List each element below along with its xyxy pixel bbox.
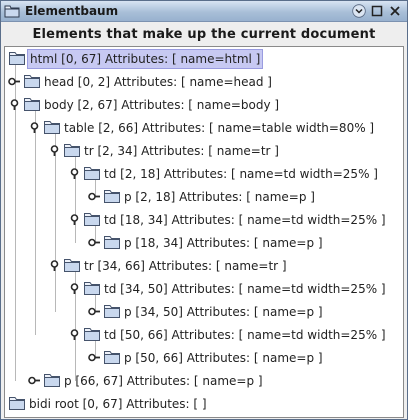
folder-icon [64,259,80,272]
tree-node-label[interactable]: bidi root [0, 67] Attributes: [ ] [27,395,209,413]
folder-icon [24,75,40,88]
collapsed-handle-icon[interactable] [88,306,101,317]
tree-heading: Elements that make up the current docume… [32,27,376,42]
folder-icon [9,397,25,410]
title-bar[interactable]: Elementbaum [1,1,407,22]
tree-node-label[interactable]: tr [2, 34] Attributes: [ name=tr ] [82,142,281,160]
collapsed-handle-icon[interactable] [88,191,101,202]
minimize-icon [352,4,366,18]
collapsed-handle-icon[interactable] [88,237,101,248]
tree-node-label[interactable]: td [2, 18] Attributes: [ name=td width=2… [102,165,380,183]
tree-node-label[interactable]: p [34, 50] Attributes: [ name=p ] [122,303,325,321]
folder-icon [104,190,120,203]
tree-node-label[interactable]: body [2, 67] Attributes: [ name=body ] [42,96,281,114]
tree-node-label[interactable]: table [2, 66] Attributes: [ name=table w… [62,119,376,137]
folder-icon [84,167,100,180]
tree-node-label[interactable]: html [0, 67] Attributes: [ name=html ] [27,49,264,69]
element-tree[interactable]: html [0, 67] Attributes: [ name=html ] he… [4,46,404,418]
tree-node-label[interactable]: head [0, 2] Attributes: [ name=head ] [42,73,274,91]
tree-node-label[interactable]: p [66, 67] Attributes: [ name=p ] [62,372,265,390]
tree-node-label[interactable]: p [2, 18] Attributes: [ name=p ] [122,188,317,206]
tree-node[interactable]: tr [34, 66] Attributes: [ name=tr ] [5,255,403,277]
tree-node-label[interactable]: tr [34, 66] Attributes: [ name=tr ] [82,257,289,275]
element-tree-window: Elementbaum Elements that make up the cu… [0,0,408,420]
minimize-button[interactable] [352,4,366,18]
tree-node[interactable]: td [2, 18] Attributes: [ name=td width=2… [5,163,403,185]
expanded-handle-icon[interactable] [68,329,81,340]
expanded-handle-icon[interactable] [8,99,21,110]
tree-node-label[interactable]: p [18, 34] Attributes: [ name=p ] [122,234,325,252]
collapsed-handle-icon[interactable] [8,76,21,87]
folder-icon [104,236,120,249]
expanded-handle-icon[interactable] [68,168,81,179]
tree-node[interactable]: tr [2, 34] Attributes: [ name=tr ] [5,140,403,162]
tree-node[interactable]: td [50, 66] Attributes: [ name=td width=… [5,324,403,346]
folder-icon [44,121,60,134]
folder-icon [44,374,60,387]
tree-node-label[interactable]: td [18, 34] Attributes: [ name=td width=… [102,211,388,229]
tree-node[interactable]: td [34, 50] Attributes: [ name=td width=… [5,278,403,300]
folder-icon [104,305,120,318]
tree-node[interactable]: p [18, 34] Attributes: [ name=p ] [5,232,403,254]
expanded-handle-icon[interactable] [28,122,41,133]
folder-icon [84,282,100,295]
expanded-handle-icon[interactable] [48,145,61,156]
tree-node-label[interactable]: p [50, 66] Attributes: [ name=p ] [122,349,325,367]
tree-node[interactable]: table [2, 66] Attributes: [ name=table w… [5,117,403,139]
folder-icon [24,98,40,111]
tree-node[interactable]: p [34, 50] Attributes: [ name=p ] [5,301,403,323]
expanded-handle-icon[interactable] [48,260,61,271]
window-title: Elementbaum [25,4,119,18]
folder-icon [9,52,25,65]
tree-node[interactable]: td [18, 34] Attributes: [ name=td width=… [5,209,403,231]
tree-node[interactable]: p [2, 18] Attributes: [ name=p ] [5,186,403,208]
folder-icon [84,328,100,341]
maximize-icon [371,5,383,17]
folder-icon [84,213,100,226]
tree-node[interactable]: p [50, 66] Attributes: [ name=p ] [5,347,403,369]
tree-node[interactable]: html [0, 67] Attributes: [ name=html ] [5,48,403,70]
tree-node[interactable]: head [0, 2] Attributes: [ name=head ] [5,71,403,93]
tree-node-label[interactable]: td [34, 50] Attributes: [ name=td width=… [102,280,388,298]
expanded-handle-icon[interactable] [68,283,81,294]
tree-node[interactable]: p [66, 67] Attributes: [ name=p ] [5,370,403,392]
expanded-handle-icon[interactable] [68,214,81,225]
folder-icon [104,351,120,364]
window-folder-icon [4,5,20,18]
collapsed-handle-icon[interactable] [28,375,41,386]
close-button[interactable] [388,4,402,18]
close-icon [390,6,400,16]
folder-icon [64,144,80,157]
collapsed-handle-icon[interactable] [88,352,101,363]
maximize-button[interactable] [370,4,384,18]
tree-node[interactable]: bidi root [0, 67] Attributes: [ ] [5,393,403,415]
tree-node-label[interactable]: td [50, 66] Attributes: [ name=td width=… [102,326,388,344]
tree-node[interactable]: body [2, 67] Attributes: [ name=body ] [5,94,403,116]
